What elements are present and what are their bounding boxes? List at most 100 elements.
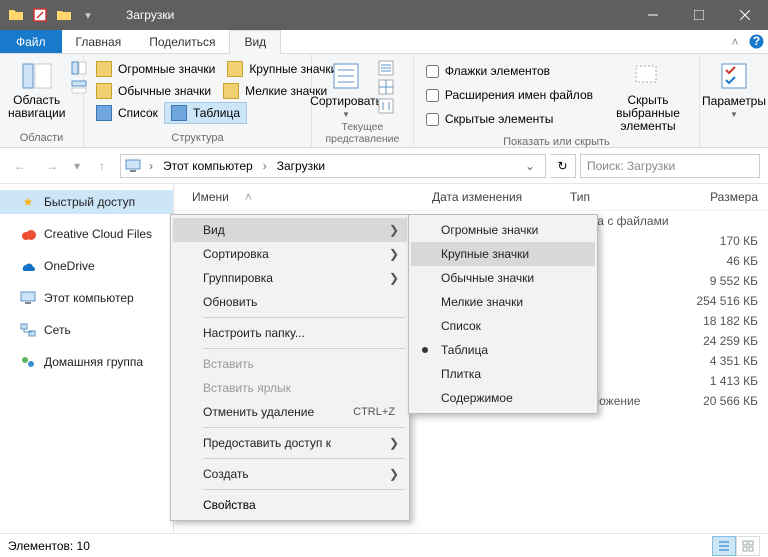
show-hide-group-label: Показать или скрыть [420, 134, 693, 151]
sm-large[interactable]: Крупные значки [411, 242, 595, 266]
layout-group-label: Структура [90, 130, 305, 147]
sm-details[interactable]: Таблица [411, 338, 595, 362]
homegroup-icon [20, 354, 36, 370]
hide-selected-button[interactable]: Скрыть выбранные элементы [603, 58, 693, 134]
sm-content[interactable]: Содержимое [411, 386, 595, 410]
minimize-button[interactable] [630, 0, 676, 30]
address-bar[interactable]: Этот компьютер Загрузки ⌄ [120, 154, 546, 178]
forward-button[interactable]: → [38, 152, 66, 180]
sidebar-quick-access[interactable]: ★Быстрый доступ [0, 190, 173, 214]
shortcut-label: CTRL+Z [353, 406, 395, 418]
sm-small[interactable]: Мелкие значки [411, 290, 595, 314]
crumb-downloads[interactable]: Загрузки [275, 159, 327, 173]
file-size: 4 351 КБ [690, 354, 758, 368]
cm-share-with[interactable]: Предоставить доступ к❯ [173, 431, 407, 455]
chevron-right-icon: ❯ [389, 436, 399, 450]
sidebar-homegroup[interactable]: Домашняя группа [0, 350, 173, 374]
cm-properties[interactable]: Свойства [173, 493, 407, 517]
folder-icon [8, 7, 24, 23]
window-title: Загрузки [126, 8, 174, 22]
sort-button[interactable]: Сортировать ▼ [318, 58, 374, 119]
cm-new[interactable]: Создать❯ [173, 462, 407, 486]
tab-file[interactable]: Файл [0, 30, 62, 53]
maximize-button[interactable] [676, 0, 722, 30]
help-icon[interactable]: ? [744, 30, 768, 53]
layout-details[interactable]: Таблица [164, 102, 247, 124]
network-icon [20, 322, 36, 338]
bullet-icon [422, 347, 428, 353]
crumb-pc[interactable]: Этот компьютер [161, 159, 255, 173]
col-type[interactable]: Тип [570, 190, 690, 204]
ribbon-collapse-icon[interactable]: ˄ [726, 30, 744, 53]
sidebar-network[interactable]: Сеть [0, 318, 173, 342]
chevron-right-icon: ❯ [389, 223, 399, 237]
recent-dropdown[interactable]: ▾ [70, 152, 84, 180]
file-size: 24 259 КБ [690, 334, 758, 348]
column-headers[interactable]: Имени˄ Дата изменения Тип Размера [174, 184, 768, 211]
file-size: 170 КБ [690, 234, 758, 248]
navigation-pane-button[interactable]: Область навигации [6, 58, 67, 120]
item-count: Элементов: 10 [8, 539, 90, 553]
context-submenu-view: Огромные значки Крупные значки Обычные з… [408, 214, 598, 414]
file-size: 9 552 КБ [690, 274, 758, 288]
cm-paste-shortcut: Вставить ярлык [173, 376, 407, 400]
navigation-pane-label: Область навигации [8, 94, 65, 120]
tab-home[interactable]: Главная [62, 30, 136, 53]
qat-dropdown-icon[interactable]: ▾ [80, 7, 96, 23]
file-size: 20 566 КБ [690, 394, 758, 408]
sidebar-this-pc[interactable]: Этот компьютер [0, 286, 173, 310]
status-details-view[interactable] [712, 536, 736, 556]
chevron-right-icon: ❯ [389, 247, 399, 261]
tab-share[interactable]: Поделиться [135, 30, 229, 53]
col-date[interactable]: Дата изменения [432, 190, 570, 204]
group-by-icon[interactable] [378, 60, 394, 76]
chk-hidden-items[interactable]: Скрытые элементы [420, 108, 599, 130]
file-size: 18 182 КБ [690, 314, 758, 328]
panes-group-label: Области [6, 130, 77, 147]
search-box[interactable]: Поиск: Загрузки [580, 154, 760, 178]
sm-tiles[interactable]: Плитка [411, 362, 595, 386]
back-button[interactable]: ← [6, 152, 34, 180]
tab-view[interactable]: Вид [229, 30, 281, 53]
status-icons-view[interactable] [736, 536, 760, 556]
properties-icon[interactable] [32, 7, 48, 23]
context-menu: Вид❯ Сортировка❯ Группировка❯ Обновить Н… [170, 214, 410, 521]
chevron-right-icon: ❯ [389, 271, 399, 285]
layout-list[interactable]: Список [90, 102, 164, 124]
layout-medium[interactable]: Обычные значки [90, 80, 217, 102]
sm-extra-large[interactable]: Огромные значки [411, 218, 595, 242]
cm-refresh[interactable]: Обновить [173, 290, 407, 314]
ribbon: Область навигации Области Огромные значк… [0, 54, 768, 148]
up-button[interactable]: ↑ [88, 152, 116, 180]
file-size: 46 КБ [690, 254, 758, 268]
chk-item-checkboxes[interactable]: Флажки элементов [420, 60, 599, 82]
sm-medium[interactable]: Обычные значки [411, 266, 595, 290]
cm-undo-delete[interactable]: Отменить удалениеCTRL+Z [173, 400, 407, 424]
current-view-group-label: Текущее представление [318, 119, 407, 148]
cm-view[interactable]: Вид❯ [173, 218, 407, 242]
address-dropdown-icon[interactable]: ⌄ [519, 159, 541, 173]
star-icon: ★ [20, 194, 36, 210]
refresh-button[interactable]: ↻ [550, 154, 576, 178]
cm-customize[interactable]: Настроить папку... [173, 321, 407, 345]
file-size: 254 516 КБ [690, 294, 758, 308]
creative-cloud-icon [20, 226, 36, 242]
pc-icon [125, 158, 141, 174]
qat-new-folder-icon[interactable] [56, 7, 72, 23]
sidebar-onedrive[interactable]: OneDrive [0, 254, 173, 278]
titlebar: ▾ Загрузки [0, 0, 768, 30]
size-columns-icon[interactable] [378, 98, 394, 114]
chk-file-extensions[interactable]: Расширения имен файлов [420, 84, 599, 106]
col-name[interactable]: Имени [192, 190, 229, 204]
close-button[interactable] [722, 0, 768, 30]
cm-sort[interactable]: Сортировка❯ [173, 242, 407, 266]
col-size[interactable]: Размера [690, 190, 758, 204]
options-button[interactable]: Параметры ▼ [706, 58, 762, 119]
layout-extra-large[interactable]: Огромные значки [90, 58, 221, 80]
pc-icon [20, 290, 36, 306]
cm-paste: Вставить [173, 352, 407, 376]
cm-group[interactable]: Группировка❯ [173, 266, 407, 290]
sm-list[interactable]: Список [411, 314, 595, 338]
add-columns-icon[interactable] [378, 79, 394, 95]
sidebar-creative-cloud[interactable]: Creative Cloud Files [0, 222, 173, 246]
